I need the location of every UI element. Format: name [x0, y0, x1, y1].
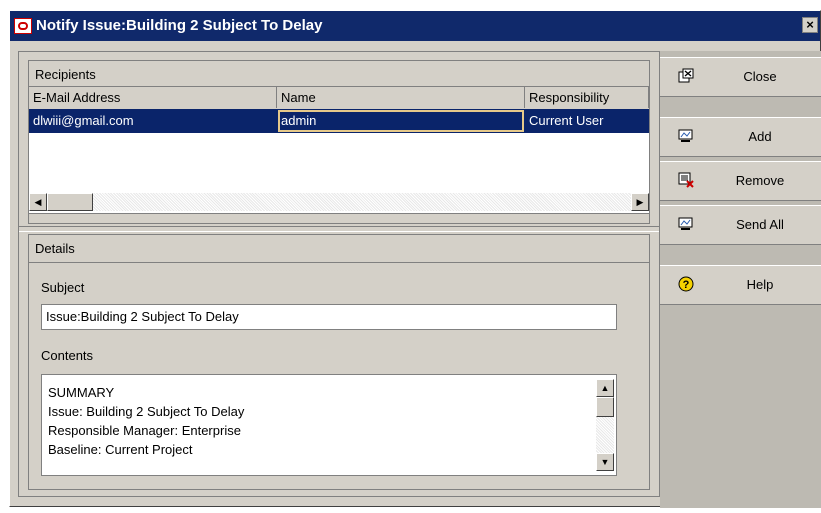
- help-icon: ?: [678, 276, 694, 292]
- horizontal-scrollbar[interactable]: ◀ ▶: [29, 193, 649, 211]
- recipients-header: Recipients: [29, 61, 649, 87]
- remove-button[interactable]: Remove: [660, 161, 821, 201]
- title-bar[interactable]: Notify Issue:Building 2 Subject To Delay…: [10, 11, 820, 41]
- contents-line: Responsible Manager: Enterprise: [48, 423, 241, 438]
- column-name[interactable]: Name: [277, 87, 525, 108]
- title-close-icon[interactable]: ×: [802, 17, 818, 33]
- recipients-header-label: Recipients: [35, 67, 96, 82]
- recipients-table[interactable]: E-Mail Address Name Responsibility dlwii…: [28, 86, 650, 214]
- oracle-logo-icon: [14, 18, 32, 34]
- table-row[interactable]: dlwiii@gmail.com admin Current User: [29, 109, 649, 133]
- recipients-table-header: E-Mail Address Name Responsibility: [29, 87, 649, 110]
- scroll-down-icon[interactable]: ▼: [596, 453, 614, 471]
- send-all-button-label: Send All: [736, 217, 784, 232]
- window-title: Notify Issue:Building 2 Subject To Delay: [36, 17, 323, 34]
- help-button-label: Help: [746, 277, 774, 292]
- details-header: Details: [29, 235, 649, 263]
- scroll-right-icon[interactable]: ▶: [631, 193, 649, 211]
- contents-label: Contents: [41, 348, 94, 363]
- remove-button-label: Remove: [735, 173, 785, 188]
- add-recipient-icon: [678, 129, 693, 142]
- column-responsibility[interactable]: Responsibility: [525, 87, 649, 108]
- close-window-icon: [678, 68, 694, 83]
- help-button[interactable]: ? Help: [660, 265, 821, 305]
- horizontal-scroll-thumb[interactable]: [47, 193, 93, 211]
- svg-text:?: ?: [683, 279, 690, 291]
- close-button[interactable]: Close: [660, 57, 821, 97]
- scroll-up-icon[interactable]: ▲: [596, 379, 614, 397]
- contents-line: Baseline: Current Project: [48, 442, 193, 457]
- action-panel: Close Add Remove Send All ? Help: [660, 51, 821, 508]
- name-cell[interactable]: admin: [277, 109, 525, 133]
- main-panel: Recipients E-Mail Address Name Responsib…: [18, 51, 660, 497]
- contents-line: Issue: Building 2 Subject To Delay: [48, 404, 245, 419]
- responsibility-cell[interactable]: Current User: [525, 109, 649, 133]
- vertical-scrollbar[interactable]: ▲ ▼: [596, 379, 614, 471]
- vertical-scroll-thumb[interactable]: [596, 397, 614, 417]
- send-all-icon: [678, 217, 693, 230]
- column-email[interactable]: E-Mail Address: [29, 87, 277, 108]
- add-button[interactable]: Add: [660, 117, 821, 157]
- contents-textarea[interactable]: SUMMARY Issue: Building 2 Subject To Del…: [41, 374, 617, 476]
- remove-recipient-icon: [678, 172, 694, 188]
- details-header-label: Details: [35, 241, 75, 256]
- scroll-left-icon[interactable]: ◀: [29, 193, 47, 211]
- subject-field[interactable]: Issue:Building 2 Subject To Delay: [41, 304, 617, 330]
- pane-splitter[interactable]: [19, 226, 659, 232]
- email-cell[interactable]: dlwiii@gmail.com: [29, 109, 277, 133]
- contents-line: SUMMARY: [48, 385, 115, 400]
- add-button-label: Add: [748, 129, 772, 144]
- subject-label: Subject: [41, 280, 85, 295]
- close-button-label: Close: [743, 69, 777, 84]
- send-all-button[interactable]: Send All: [660, 205, 821, 245]
- notify-dialog: Notify Issue:Building 2 Subject To Delay…: [9, 10, 821, 508]
